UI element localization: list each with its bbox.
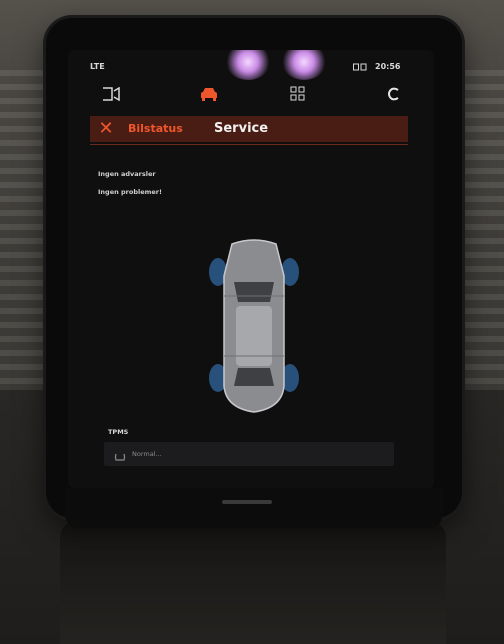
camera-icon[interactable]	[102, 86, 120, 105]
message-problems: Ingen problemer!	[98, 188, 162, 196]
close-icon[interactable]: ✕	[96, 119, 116, 139]
apps-grid-icon[interactable]	[290, 86, 305, 105]
display-chin	[65, 488, 443, 528]
home-indicator[interactable]	[222, 500, 272, 504]
car-status-icon[interactable]	[199, 86, 219, 105]
tab-car-status[interactable]: Bilstatus	[128, 122, 183, 135]
carrier-label: LTE	[90, 62, 105, 71]
tab-service[interactable]: Service	[214, 121, 268, 136]
center-console	[60, 520, 446, 644]
climate-icon[interactable]	[387, 86, 400, 105]
status-icon	[353, 62, 367, 73]
car-top-view-image	[204, 236, 304, 416]
infotainment-screen: LTE 20:56 ✕ Bilstatus Service Ingen adva…	[68, 50, 434, 488]
header-divider	[90, 144, 408, 145]
tpms-status: Normal...	[132, 450, 162, 458]
message-warnings: Ingen advarsler	[98, 170, 156, 178]
app-bar	[68, 80, 434, 106]
tire-pressure-icon	[114, 448, 126, 467]
tpms-label: TPMS	[108, 428, 129, 436]
status-bar: LTE 20:56	[68, 62, 434, 76]
tpms-row[interactable]: Normal...	[104, 442, 394, 466]
page-header: ✕ Bilstatus Service	[90, 116, 408, 142]
clock: 20:56	[375, 62, 401, 71]
